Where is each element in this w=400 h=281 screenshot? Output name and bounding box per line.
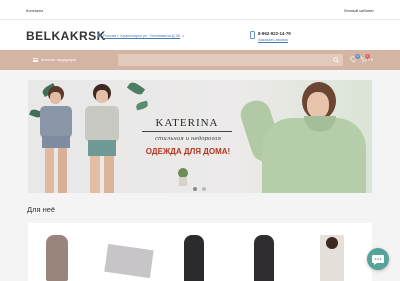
- catalog-button[interactable]: Каталог продукции: [33, 57, 76, 62]
- cart-button[interactable]: 0 0 ₽: [360, 54, 380, 66]
- model-image: [80, 84, 124, 193]
- top-bar: Контакты Личный кабинет: [0, 0, 400, 20]
- chat-button[interactable]: [367, 248, 389, 270]
- pin-icon: [97, 33, 101, 38]
- product-image: [184, 235, 204, 281]
- leaf-decoration: [126, 80, 146, 97]
- product-card[interactable]: [180, 235, 208, 281]
- catalog-label: Каталог продукции: [41, 57, 77, 62]
- slider-dot[interactable]: [202, 187, 206, 191]
- model-image: [36, 86, 76, 193]
- wishlist-button[interactable]: 0: [350, 54, 360, 66]
- plant-decoration: [176, 168, 190, 186]
- chat-icon: [372, 255, 384, 265]
- leaf-decoration: [135, 100, 149, 111]
- product-image: [104, 243, 154, 279]
- callback-link[interactable]: Заказать звонок: [258, 37, 288, 42]
- personal-cabinet-link[interactable]: Личный кабинет: [344, 8, 374, 13]
- contacts-link[interactable]: Контакты: [26, 8, 43, 13]
- banner-promo-text: ОДЕЖДА ДЛЯ ДОМА!: [145, 147, 231, 156]
- city-label: Россия г. Красноярск ул. Устиновича Д.30: [103, 33, 181, 38]
- header: BELKAKRSK Россия г. Красноярск ул. Устин…: [0, 20, 400, 50]
- phone-number[interactable]: 8-962-922-14-79: [258, 31, 291, 36]
- product-image-detail: [326, 237, 338, 249]
- product-carousel: [28, 223, 372, 281]
- search-input[interactable]: [118, 54, 343, 66]
- slider-dot[interactable]: [193, 187, 197, 191]
- product-card[interactable]: [316, 235, 348, 281]
- product-card[interactable]: [104, 243, 156, 279]
- user-actions: 0 0 0 ₽: [350, 54, 380, 66]
- product-image: [46, 235, 68, 281]
- search-icon[interactable]: [333, 57, 339, 63]
- product-image: [254, 235, 274, 281]
- model-image: [216, 80, 372, 193]
- banner-brand: KATERINA: [155, 117, 219, 129]
- section-title: Для неё: [27, 205, 56, 214]
- banner-divider: [142, 131, 232, 132]
- menu-icon: [33, 57, 38, 62]
- cart-sum: 0 ₽: [368, 58, 374, 62]
- city-selector[interactable]: Россия г. Красноярск ул. Устиновича Д.30…: [97, 33, 184, 38]
- phone-icon: [250, 31, 255, 39]
- logo[interactable]: BELKAKRSK: [26, 29, 106, 43]
- product-card[interactable]: [250, 235, 278, 281]
- product-card[interactable]: [44, 235, 70, 281]
- chevron-down-icon: ▾: [182, 33, 184, 38]
- banner-tagline: стильная и недорогая: [154, 136, 222, 142]
